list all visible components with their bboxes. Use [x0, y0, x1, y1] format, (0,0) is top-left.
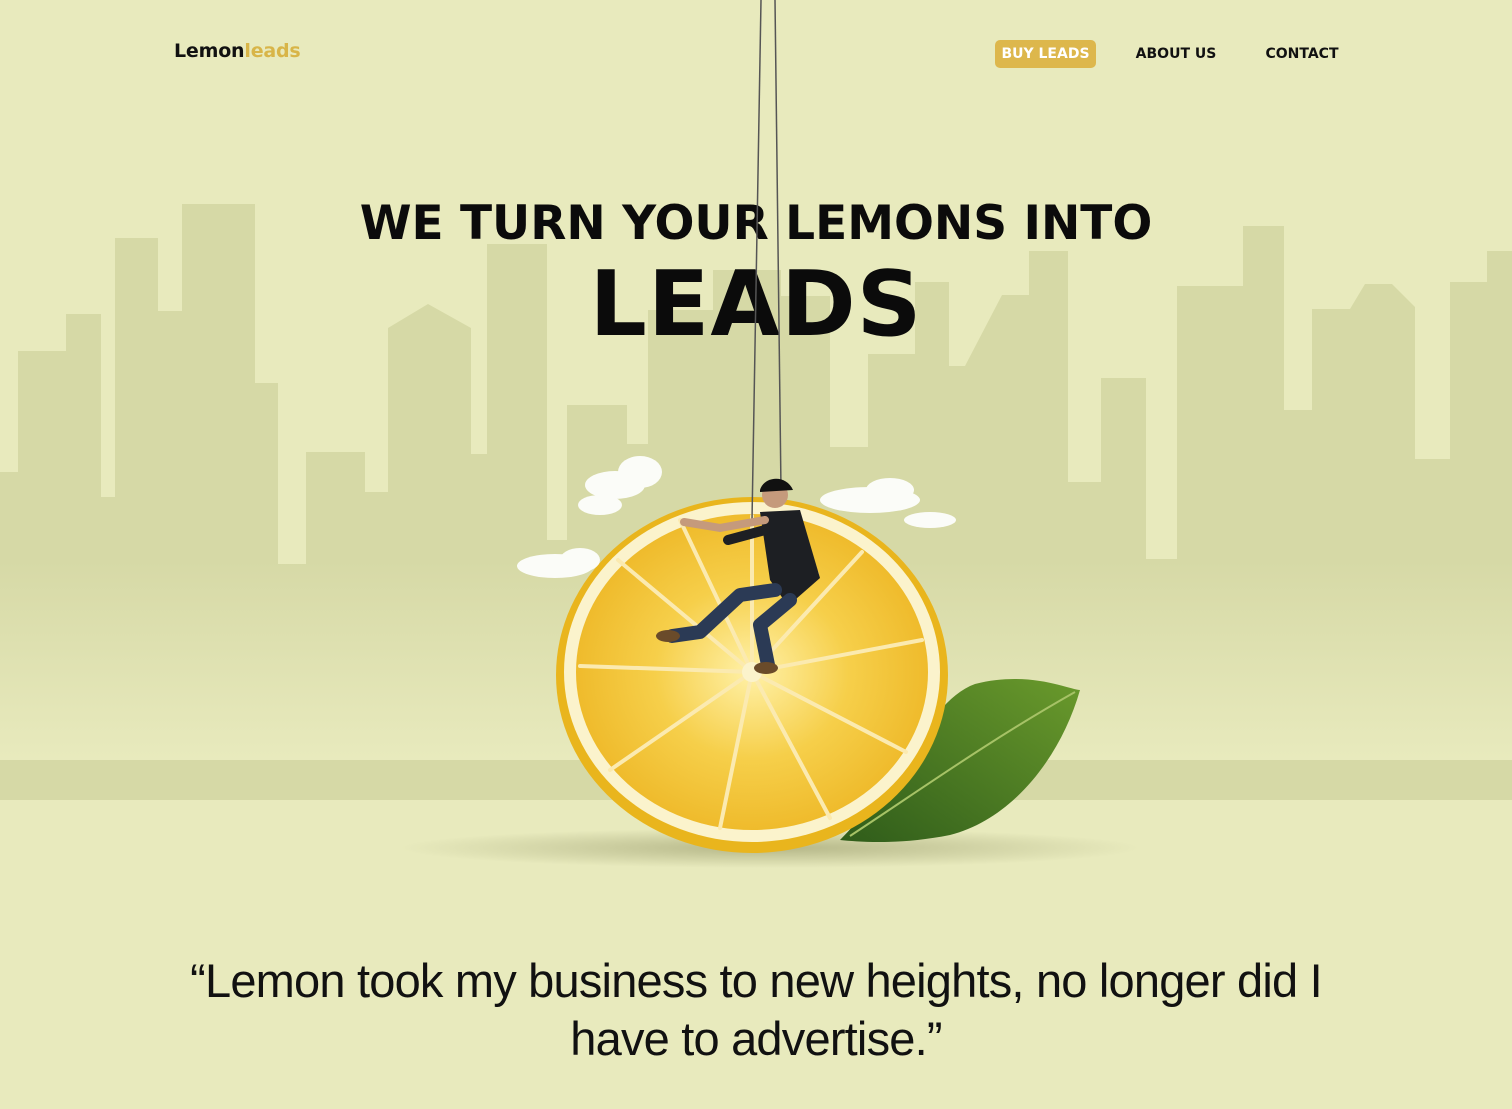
hero-headline-emphasis: LEADS	[589, 252, 923, 357]
city-skyline-background	[0, 204, 1512, 800]
brand-name-accent: leads	[244, 40, 301, 62]
brand-logo[interactable]: Lemonleads	[174, 40, 301, 62]
nav-buy-leads-button[interactable]: BUY LEADS	[995, 40, 1096, 68]
hero-headline: WE TURN YOUR LEMONS INTO	[359, 196, 1153, 251]
nav-contact-link[interactable]: CONTACT	[1256, 40, 1348, 68]
landing-page: Lemonleads BUY LEADS ABOUT US CONTACT WE…	[0, 0, 1512, 1109]
nav-about-us-link[interactable]: ABOUT US	[1126, 40, 1226, 68]
brand-name-primary: Lemon	[174, 40, 245, 62]
testimonial-quote: “Lemon took my business to new heights, …	[190, 954, 1322, 1065]
